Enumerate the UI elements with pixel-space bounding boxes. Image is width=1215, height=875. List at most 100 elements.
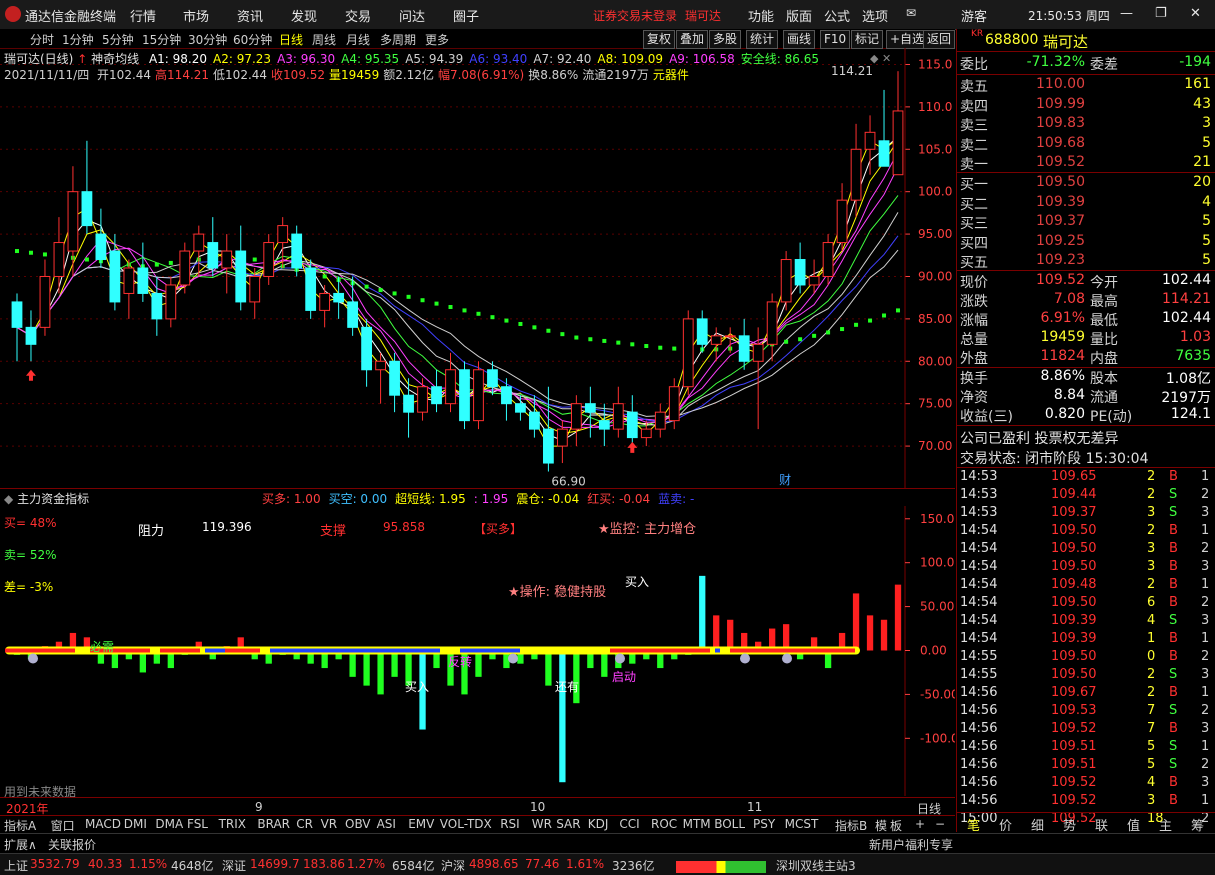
mail-icon[interactable]: ✉: [906, 6, 916, 20]
menu-market[interactable]: 市场: [183, 6, 209, 25]
tab-30min[interactable]: 30分钟: [188, 31, 227, 48]
tab-60min[interactable]: 60分钟: [233, 31, 272, 48]
quote-tab[interactable]: 主: [1159, 815, 1172, 834]
quote-tab[interactable]: 笔: [967, 815, 980, 834]
indicator-tab[interactable]: BRAR: [257, 817, 290, 831]
tab-weekly[interactable]: 周线: [312, 31, 336, 48]
menu-quotes[interactable]: 行情: [130, 6, 156, 25]
indicator-tab[interactable]: VOL-TDX: [440, 817, 492, 831]
candle-body[interactable]: [95, 233, 107, 261]
multi-stock-button[interactable]: 多股: [709, 30, 742, 49]
tick-row[interactable]: 14:54 109.39 4 S 3: [959, 613, 1213, 631]
candle-body[interactable]: [710, 335, 722, 345]
tab-1min[interactable]: 1分钟: [62, 31, 94, 48]
candle-body[interactable]: [738, 335, 750, 362]
menu-formula[interactable]: 公式: [824, 6, 850, 25]
candle-body[interactable]: [277, 225, 289, 244]
candle-body[interactable]: [235, 250, 247, 303]
tick-row[interactable]: 14:56 109.52 7 B 3: [959, 721, 1213, 739]
candle-body[interactable]: [892, 110, 904, 176]
tick-row[interactable]: 14:54 109.50 3 B 3: [959, 559, 1213, 577]
indicator-tab[interactable]: ROC: [651, 817, 677, 831]
candle-body[interactable]: [864, 131, 876, 150]
indicator-tab[interactable]: MTM: [683, 817, 711, 831]
indicator-tab[interactable]: FSL: [187, 817, 208, 831]
collapse-icon[interactable]: ◆: [4, 492, 13, 506]
candlestick-chart[interactable]: 115.0 110.0 105.0 100.0 95.00 90.00 85.00 80.00…: [0, 48, 955, 488]
indicator-tab[interactable]: PSY: [753, 817, 775, 831]
bid-row[interactable]: 买四 109.25 5: [959, 233, 1213, 252]
close-icon[interactable]: ✕: [1190, 6, 1201, 21]
quote-tab[interactable]: 细: [1031, 815, 1044, 834]
tick-row[interactable]: 14:54 109.39 1 B 1: [959, 631, 1213, 649]
indicator-tab[interactable]: DMI: [124, 817, 147, 831]
bid-row[interactable]: 买一 109.50 20: [959, 174, 1213, 193]
indicator-tab[interactable]: EMV: [408, 817, 434, 831]
candle-body[interactable]: [850, 148, 862, 201]
bid-row[interactable]: 买三 109.37 5: [959, 213, 1213, 232]
indicator-tab[interactable]: 指标A: [4, 817, 36, 834]
tab-intraday[interactable]: 分时: [30, 31, 54, 48]
template-tab[interactable]: 模: [875, 817, 887, 834]
related-quotes-button[interactable]: 关联报价: [48, 836, 96, 853]
candle-body[interactable]: [25, 326, 37, 345]
candle-body[interactable]: [67, 191, 79, 252]
tab-more[interactable]: 更多: [425, 31, 449, 48]
candle-body[interactable]: [612, 403, 624, 430]
ask-row[interactable]: 卖三 109.83 3: [959, 115, 1213, 134]
quote-tab[interactable]: 联: [1095, 815, 1108, 834]
candle-body[interactable]: [529, 411, 540, 430]
candle-body[interactable]: [780, 259, 792, 303]
candle-body[interactable]: [81, 191, 93, 227]
candle-body[interactable]: [543, 428, 554, 464]
ask-row[interactable]: 卖五 110.00 161: [959, 76, 1213, 95]
indicator-tab[interactable]: RSI: [500, 817, 520, 831]
quote-tab[interactable]: 筹: [1191, 815, 1204, 834]
menu-function[interactable]: 功能: [748, 6, 774, 25]
menu-news[interactable]: 资讯: [237, 6, 263, 25]
hs-index-label[interactable]: 沪深: [441, 857, 465, 874]
tick-row[interactable]: 14:56 109.67 2 B 1: [959, 685, 1213, 703]
quote-tab[interactable]: 势: [1063, 815, 1076, 834]
fund-indicator-chart[interactable]: 150.0100.050.000.00-50.00-100.0必需买入 还有启动买…: [0, 506, 955, 796]
candle-body[interactable]: [11, 301, 23, 328]
candle-body[interactable]: [556, 428, 568, 447]
expand-button[interactable]: 扩展∧: [4, 836, 37, 853]
candle-body[interactable]: [375, 360, 386, 371]
tick-row[interactable]: 14:53 109.44 2 S 2: [959, 487, 1213, 505]
candle-body[interactable]: [696, 318, 708, 345]
candle-body[interactable]: [836, 199, 848, 244]
indicator-tab[interactable]: SAR: [556, 817, 580, 831]
candle-body[interactable]: [459, 369, 470, 422]
tab-5min[interactable]: 5分钟: [102, 31, 134, 48]
candle-body[interactable]: [640, 428, 652, 439]
indicator-tab[interactable]: CCI: [619, 817, 639, 831]
indicator-tab[interactable]: OBV: [345, 817, 371, 831]
zoom-in-icon[interactable]: +: [915, 817, 925, 831]
tab-multi-period[interactable]: 多周期: [380, 31, 416, 48]
tick-row[interactable]: 14:56 109.52 4 B 3: [959, 775, 1213, 793]
menu-options[interactable]: 选项: [862, 6, 888, 25]
candle-body[interactable]: [53, 242, 65, 277]
indicator-tab[interactable]: ASI: [377, 817, 396, 831]
sh-index-label[interactable]: 上证: [4, 857, 28, 874]
quote-tab[interactable]: 值: [1127, 815, 1140, 834]
indicator-tab[interactable]: VR: [321, 817, 338, 831]
stats-button[interactable]: 统计: [746, 30, 779, 49]
server-name[interactable]: 深圳双线主站3: [776, 857, 856, 874]
candle-body[interactable]: [584, 403, 596, 413]
mark-button[interactable]: 标记: [851, 30, 884, 49]
candle-body[interactable]: [123, 267, 135, 294]
tick-row[interactable]: 14:56 109.51 5 S 1: [959, 739, 1213, 757]
tick-row[interactable]: 14:54 109.50 6 B 2: [959, 595, 1213, 613]
menu-ask[interactable]: 问达: [399, 6, 425, 25]
indicator-tab[interactable]: BOLL: [714, 817, 745, 831]
candle-body[interactable]: [668, 386, 680, 422]
candle-body[interactable]: [501, 386, 512, 405]
menu-trade[interactable]: 交易: [345, 6, 371, 25]
candle-body[interactable]: [179, 250, 191, 286]
candle-body[interactable]: [626, 411, 638, 439]
sz-index-label[interactable]: 深证: [222, 857, 246, 874]
tick-row[interactable]: 14:56 109.51 5 S 2: [959, 757, 1213, 775]
candle-body[interactable]: [752, 343, 764, 362]
